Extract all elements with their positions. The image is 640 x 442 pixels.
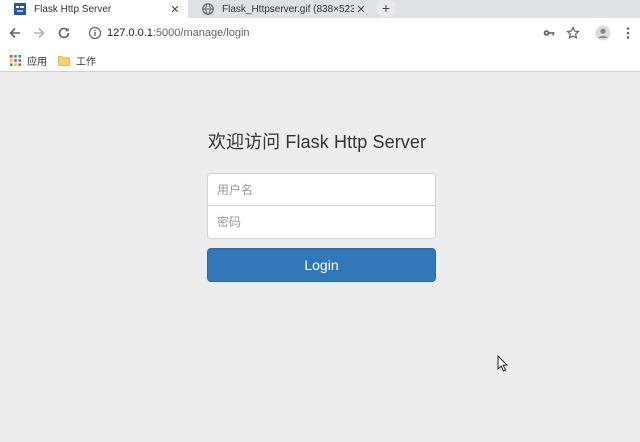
- bookmarks-bar: 应用 工作: [0, 48, 640, 72]
- username-input[interactable]: [207, 173, 436, 206]
- apps-grid-icon: [9, 55, 21, 67]
- bookmark-label: 应用: [27, 57, 47, 68]
- star-icon[interactable]: [565, 25, 581, 41]
- back-arrow-icon[interactable]: [6, 24, 24, 42]
- folder-icon: [58, 55, 70, 67]
- password-input[interactable]: [207, 206, 436, 239]
- login-button[interactable]: Login: [207, 248, 436, 282]
- new-tab-button[interactable]: +: [376, 0, 396, 17]
- tab-title: Flask Http Server: [34, 3, 112, 15]
- forward-arrow-icon[interactable]: [30, 24, 48, 42]
- bookmark-label: 工作: [76, 57, 96, 68]
- globe-icon: [202, 3, 214, 15]
- url-host: 127.0.0.1: [107, 27, 153, 39]
- close-tab-icon[interactable]: ✕: [168, 3, 182, 16]
- bookmark-work-folder[interactable]: 工作: [58, 53, 96, 68]
- close-tab-icon[interactable]: ✕: [354, 3, 368, 16]
- info-icon[interactable]: [88, 26, 102, 40]
- url-path: :5000/manage/login: [152, 27, 250, 39]
- browser-toolbar: 127.0.0.1:5000/manage/login: [0, 18, 640, 48]
- flask-favicon-icon: [14, 3, 26, 15]
- menu-kebab-icon[interactable]: [620, 25, 636, 41]
- page-title: 欢迎访问 Flask Http Server: [207, 132, 427, 152]
- profile-avatar-icon[interactable]: [595, 25, 611, 41]
- key-icon[interactable]: [541, 25, 557, 41]
- tab-flask-httpserver-gif[interactable]: Flask_Httpserver.gif (838×523) ✕: [188, 0, 370, 18]
- address-bar[interactable]: 127.0.0.1:5000/manage/login: [107, 26, 250, 40]
- tab-strip: Flask Http Server ✕ Flask_Httpserver.gif…: [0, 0, 640, 18]
- tab-title: Flask_Httpserver.gif (838×523): [222, 3, 354, 15]
- tab-flask-http-server[interactable]: Flask Http Server ✕: [0, 0, 188, 18]
- bookmark-apps[interactable]: 应用: [9, 53, 47, 68]
- mouse-cursor-icon: [497, 354, 509, 373]
- reload-icon[interactable]: [55, 24, 73, 42]
